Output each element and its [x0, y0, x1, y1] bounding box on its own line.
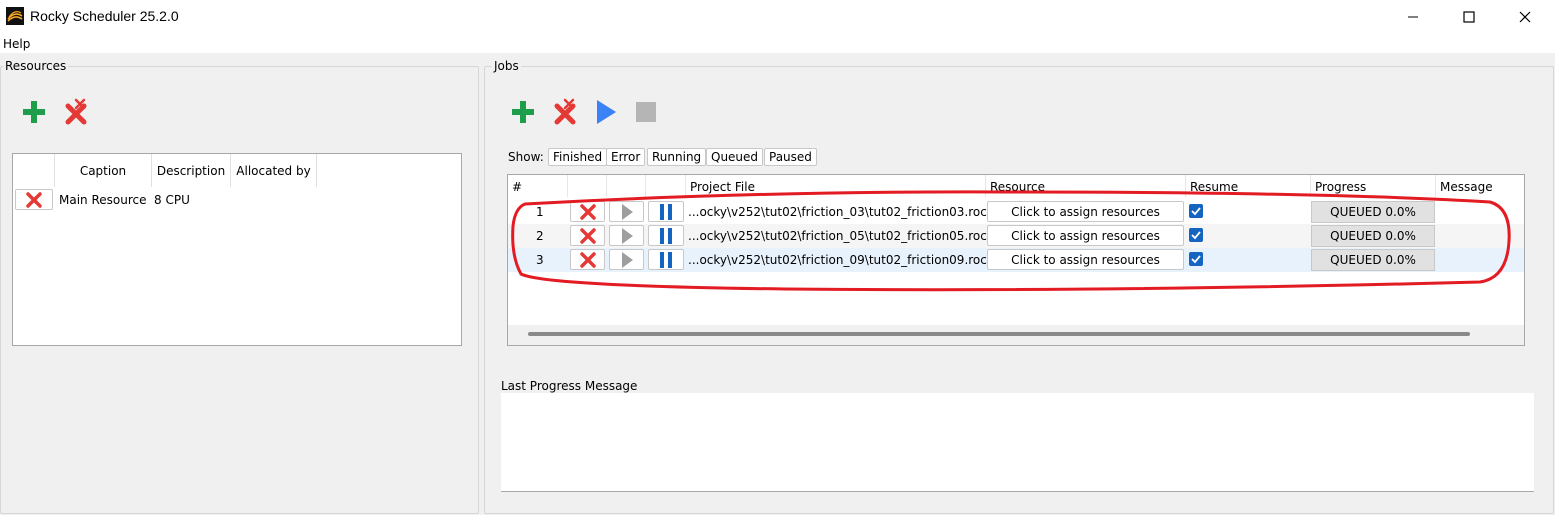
- filter-error-button[interactable]: Error: [606, 148, 646, 166]
- last-progress-label: Last Progress Message: [501, 379, 638, 393]
- resource-caption: Main Resource: [59, 193, 147, 207]
- resources-header-blank: [13, 154, 55, 187]
- filter-queued-button[interactable]: Queued: [706, 148, 764, 166]
- remove-all-jobs-icon[interactable]: [551, 98, 579, 126]
- stop-icon[interactable]: [633, 98, 661, 126]
- resources-table: Caption Description Allocated by Main Re…: [12, 153, 462, 346]
- remove-icon: [26, 191, 42, 208]
- add-job-icon[interactable]: [509, 98, 537, 126]
- maximize-icon: [1463, 10, 1475, 23]
- last-progress-message-box[interactable]: [501, 393, 1534, 492]
- add-resource-icon[interactable]: [20, 98, 48, 126]
- resources-header-description[interactable]: Description: [152, 154, 231, 187]
- close-icon: [1519, 11, 1531, 22]
- resources-group-title: Resources: [3, 59, 69, 73]
- remove-resource-button[interactable]: [15, 189, 53, 210]
- table-row[interactable]: Main Resource 8 CPU: [13, 188, 461, 212]
- resource-description: 8 CPU: [154, 193, 190, 207]
- maximize-button[interactable]: [1446, 0, 1492, 33]
- window-title: Rocky Scheduler 25.2.0: [30, 8, 179, 24]
- show-label: Show:: [508, 150, 544, 164]
- remove-all-resources-icon[interactable]: [62, 98, 90, 126]
- title-bar: Rocky Scheduler 25.2.0: [0, 0, 1555, 33]
- highlight-ellipse-annotation: [511, 190, 1511, 292]
- minimize-icon: [1408, 16, 1418, 17]
- filter-running-button[interactable]: Running: [647, 148, 707, 166]
- resources-header-caption[interactable]: Caption: [55, 154, 152, 187]
- resources-header-allocated-by[interactable]: Allocated by: [231, 154, 317, 187]
- filter-paused-button[interactable]: Paused: [764, 148, 817, 166]
- rocky-app-icon: [6, 7, 24, 25]
- menu-help[interactable]: Help: [3, 37, 30, 51]
- jobs-group-title: Jobs: [492, 59, 521, 73]
- play-icon[interactable]: [592, 98, 620, 126]
- minimize-button[interactable]: [1390, 0, 1436, 33]
- horizontal-scrollbar-track[interactable]: [508, 325, 1524, 345]
- horizontal-scrollbar-thumb[interactable]: [528, 332, 1470, 336]
- close-window-button[interactable]: [1502, 0, 1548, 33]
- filter-finished-button[interactable]: Finished: [548, 148, 608, 166]
- menu-bar: Help: [0, 33, 1555, 53]
